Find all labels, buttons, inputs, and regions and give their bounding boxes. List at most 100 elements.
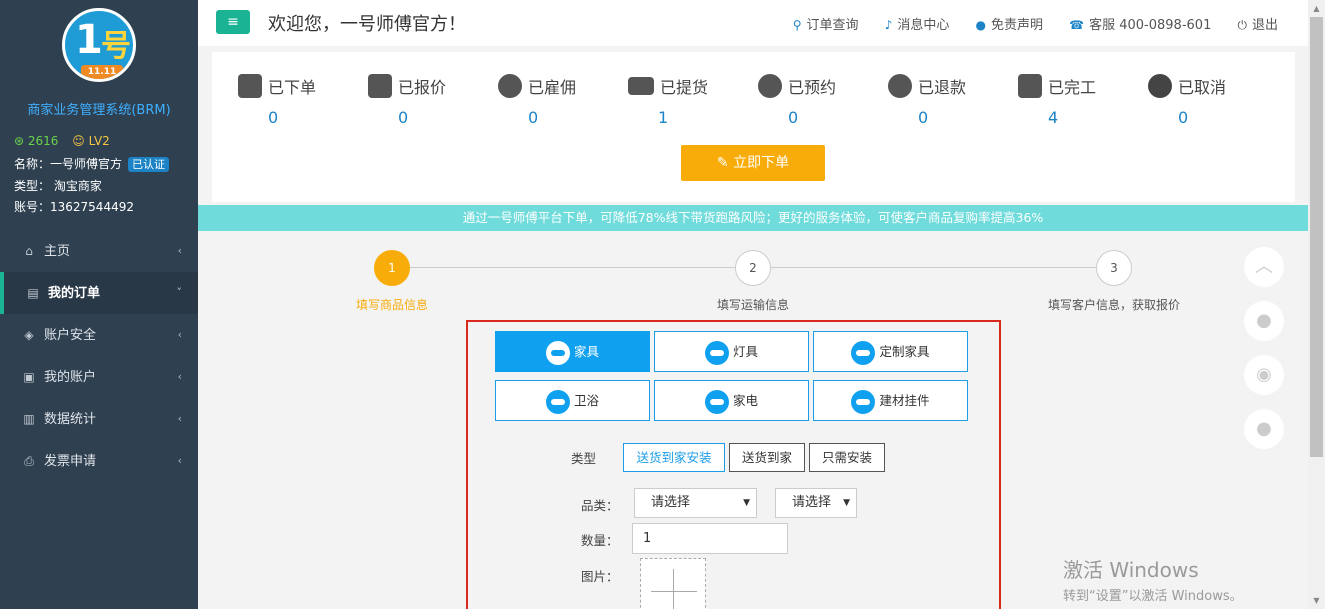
sidebar-item-stats[interactable]: ▥ 数据统计 ‹ — [0, 398, 198, 440]
wechat-button[interactable]: ● — [1244, 409, 1284, 449]
status-cancelled[interactable]: 已取消 0 — [1148, 74, 1268, 127]
page-scrollbar[interactable]: ▲ ▼ — [1308, 0, 1325, 609]
status-quoted[interactable]: 已报价 0 — [368, 74, 488, 127]
category-lamps-button[interactable]: 灯具 — [654, 331, 809, 372]
dropdown-arrow-icon: ▼ — [843, 498, 850, 508]
type-install-only-button[interactable]: 只需安装 — [809, 443, 885, 472]
points-value: 2616 — [27, 134, 59, 148]
scroll-top-button[interactable]: ︿ — [1244, 247, 1284, 287]
level-value: LV2 — [88, 134, 110, 148]
step-2-circle: 2 — [735, 250, 771, 286]
qq-button[interactable]: ● — [1244, 301, 1284, 341]
logout-link[interactable]: ⏻ 退出 — [1237, 18, 1278, 33]
order-icon: ▤ — [27, 286, 39, 300]
customer-service-button[interactable]: ◉ — [1244, 355, 1284, 395]
category-building-materials-button[interactable]: 建材挂件 — [813, 380, 968, 421]
disclaimer-link[interactable]: ● 免责声明 — [976, 18, 1044, 33]
category-label: 灯具 — [732, 344, 758, 359]
system-title: 商家业务管理系统(BRM) — [27, 103, 171, 118]
menu-toggle-button[interactable]: ≡ — [216, 10, 250, 34]
user-type: 类型： 淘宝商家 — [14, 179, 102, 193]
status-label: 已雇佣 — [528, 78, 577, 97]
customer-service-link[interactable]: ☎ 客服 400-0898-601 — [1069, 18, 1211, 33]
sidebar: 1 号 11.11 商家业务管理系统(BRM) ⊛ 2616 ☺ LV2 名称：… — [0, 0, 198, 609]
user-account: 账号：13627544492 — [14, 200, 134, 214]
category-appliance-button[interactable]: 家电 — [654, 380, 809, 421]
clipboard-check-icon — [238, 74, 262, 98]
level-icon: ☺ — [72, 134, 85, 148]
category-label: 定制家具 — [879, 344, 930, 359]
order-search-link[interactable]: ⚲ 订单查询 — [793, 18, 859, 33]
dropdown-arrow-icon: ▼ — [743, 498, 750, 508]
status-label: 已提货 — [660, 78, 709, 97]
image-upload-button[interactable] — [640, 558, 706, 609]
brand-logo[interactable]: 1 号 11.11 — [62, 8, 136, 82]
yuan-clipboard-icon — [368, 74, 392, 98]
chart-icon: ▥ — [23, 412, 35, 426]
link-label: 消息中心 — [897, 18, 950, 33]
sidebar-item-label: 主页 — [44, 244, 71, 259]
worker-icon — [498, 74, 522, 98]
status-count: 0 — [268, 108, 279, 127]
quantity-label: 数量： — [581, 533, 619, 548]
status-label: 已退款 — [918, 78, 967, 97]
sidebar-item-security[interactable]: ◈ 账户安全 ‹ — [0, 314, 198, 356]
chat-icon: ● — [975, 18, 986, 32]
chevron-down-icon: ˅ — [176, 286, 183, 299]
phone-icon: ☎ — [1069, 18, 1085, 32]
type-label: 类型 — [571, 451, 597, 466]
type-deliver-install-button[interactable]: 送货到家安装 — [623, 443, 725, 472]
sidebar-item-orders[interactable]: ▤ 我的订单 ˅ — [0, 272, 198, 314]
header-links: ⚲ 订单查询 ♪ 消息中心 ● 免责声明 ☎ 客服 400-0898-601 ⏻ 退出 — [771, 14, 1278, 33]
category-select-2[interactable]: 请选择 ▼ — [775, 488, 857, 518]
category-select-1[interactable]: 请选择 ▼ — [634, 488, 757, 518]
welcome-text: 欢迎您，一号师傅官方！ — [268, 14, 466, 35]
status-count: 1 — [658, 108, 669, 127]
search-icon: ⚲ — [792, 18, 802, 32]
category-label: 卫浴 — [573, 393, 599, 408]
scroll-thumb[interactable] — [1310, 17, 1323, 457]
user-stats: ⊛ 2616 ☺ LV2 — [14, 134, 110, 148]
status-completed[interactable]: 已完工 4 — [1018, 74, 1138, 127]
chevron-left-icon: ‹ — [177, 328, 182, 341]
user-name-line: 名称：一号师傅官方 已认证 — [14, 155, 170, 172]
category-furniture-button[interactable]: 家具 — [495, 331, 650, 372]
hanger-icon — [851, 389, 876, 414]
status-hired[interactable]: 已雇佣 0 — [498, 74, 618, 127]
status-label: 已预约 — [788, 78, 837, 97]
status-refunded[interactable]: 已退款 0 — [888, 74, 1008, 127]
promo-banner: 通过一号师傅平台下单，可降低78%线下带货跑路风险；更好的服务体验，可使客户商品… — [198, 205, 1308, 231]
chevron-left-icon: ‹ — [177, 370, 182, 383]
truck-icon — [628, 77, 654, 95]
scroll-up-arrow-icon[interactable]: ▲ — [1308, 0, 1325, 17]
step-connector — [771, 267, 1096, 268]
printer-icon: ⎙ — [24, 454, 34, 468]
status-scheduled[interactable]: 已预约 0 — [758, 74, 878, 127]
status-count: 0 — [528, 108, 539, 127]
category-bathroom-button[interactable]: 卫浴 — [495, 380, 650, 421]
quantity-input[interactable]: 1 — [632, 523, 788, 554]
sidebar-item-account[interactable]: ▣ 我的账户 ‹ — [0, 356, 198, 398]
message-center-link[interactable]: ♪ 消息中心 — [885, 18, 950, 33]
order-status-panel: 已下单 0 已报价 0 已雇佣 0 已提货 1 已预约 0 已退款 0 已完工 4 已取消 0 … — [212, 52, 1295, 202]
status-label: 已完工 — [1048, 78, 1097, 97]
sidebar-item-home[interactable]: ⌂ 主页 ‹ — [0, 230, 198, 272]
scroll-down-arrow-icon[interactable]: ▼ — [1308, 592, 1325, 609]
place-order-button[interactable]: ✎ 立即下单 — [681, 145, 825, 181]
select-value: 请选择 — [792, 495, 832, 510]
sidebar-nav: ⌂ 主页 ‹ ▤ 我的订单 ˅ ◈ 账户安全 ‹ ▣ 我的账户 ‹ ▥ 数据统计 ‹ ⎙ 发票申请 ‹ — [0, 230, 198, 482]
sidebar-item-invoice[interactable]: ⎙ 发票申请 ‹ — [0, 440, 198, 482]
step-2-label: 填写运输信息 — [717, 298, 790, 312]
status-placed[interactable]: 已下单 0 — [238, 74, 358, 127]
sidebar-item-label: 我的账户 — [44, 370, 97, 385]
category-field-label: 品类： — [581, 498, 619, 513]
qq-icon: ● — [1256, 310, 1272, 331]
link-label: 客服 400-0898-601 — [1089, 18, 1212, 33]
status-picked-up[interactable]: 已提货 1 — [628, 74, 748, 127]
status-count: 0 — [918, 108, 929, 127]
power-icon: ⏻ — [1237, 18, 1247, 32]
type-deliver-button[interactable]: 送货到家 — [729, 443, 805, 472]
wechat-icon: ● — [1256, 418, 1272, 439]
category-custom-furniture-button[interactable]: 定制家具 — [813, 331, 968, 372]
logo-text-2: 号 — [101, 29, 131, 64]
